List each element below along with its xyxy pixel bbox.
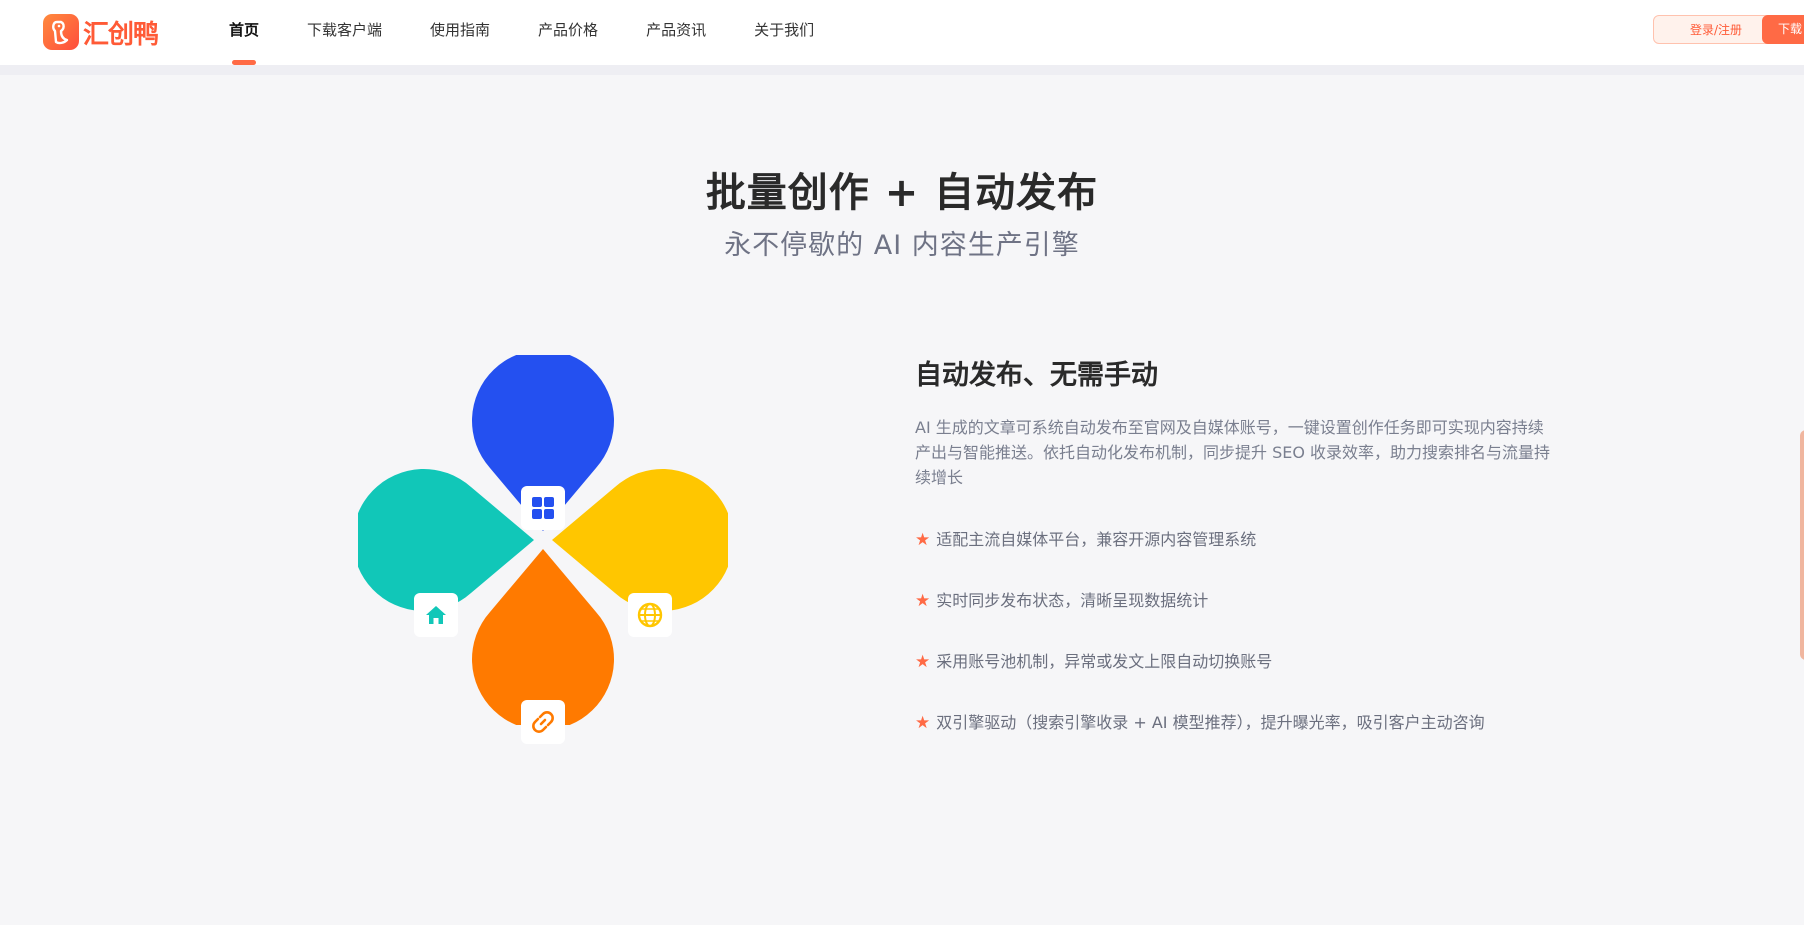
feature-description: AI 生成的文章可系统自动发布至官网及自媒体账号，一键设置创作任务即可实现内容持…	[915, 418, 1551, 487]
petal-right	[552, 469, 734, 611]
nav-item-news[interactable]: 产品资讯	[622, 0, 730, 65]
login-register-button[interactable]: 登录/注册	[1653, 15, 1779, 44]
list-item: ★ 采用账号池机制，异常或发文上限自动切换账号	[915, 652, 1485, 713]
feature-bullet-list: ★ 适配主流自媒体平台，兼容开源内容管理系统 ★ 实时同步发布状态，清晰呈现数据…	[915, 530, 1485, 774]
section-title: 批量创作 + 自动发布	[705, 170, 1099, 216]
nav-item-label: 关于我们	[754, 21, 815, 39]
download-button[interactable]: 下载	[1762, 15, 1804, 44]
top-header: 汇创鸭 首页 下载客户端 使用指南 产品价格 产品资讯 关于我们 登录/注册 下…	[0, 0, 1804, 65]
bullet-text: 实时同步发布状态，清晰呈现数据统计	[936, 591, 1209, 610]
star-icon: ★	[915, 591, 931, 611]
nav-item-label: 首页	[229, 21, 260, 39]
bullet-text: 采用账号池机制，异常或发文上限自动切换账号	[936, 652, 1273, 671]
link-icon	[521, 700, 565, 744]
four-petal-illustration	[352, 349, 734, 744]
bullet-text: 双引擎驱动（搜索引擎收录 + AI 模型推荐），提升曝光率，吸引客户主动咨询	[936, 713, 1485, 732]
list-item: ★ 实时同步发布状态，清晰呈现数据统计	[915, 591, 1485, 652]
nav-item-label: 下载客户端	[307, 21, 383, 39]
nav-item-pricing[interactable]: 产品价格	[514, 0, 622, 65]
nav-item-label: 产品资讯	[646, 21, 707, 39]
feature-section: 批量创作 + 自动发布 永不停歇的 AI 内容生产引擎 自动发布、无需手动 AI…	[0, 75, 1804, 925]
feature-title: 自动发布、无需手动	[915, 360, 1158, 391]
globe-icon	[628, 593, 672, 637]
grid-icon	[521, 486, 565, 530]
brand-logo[interactable]: 汇创鸭	[43, 12, 159, 52]
bullet-text: 适配主流自媒体平台，兼容开源内容管理系统	[936, 530, 1257, 549]
nav-item-home[interactable]: 首页	[205, 0, 283, 65]
side-floating-panel-edge[interactable]	[1800, 430, 1804, 660]
star-icon: ★	[915, 530, 931, 550]
home-icon	[414, 593, 458, 637]
duck-logo-icon	[43, 14, 79, 50]
nav-item-guide[interactable]: 使用指南	[406, 0, 514, 65]
petal-left	[352, 469, 534, 611]
star-icon: ★	[915, 713, 931, 733]
list-item: ★ 适配主流自媒体平台，兼容开源内容管理系统	[915, 530, 1485, 591]
nav-item-label: 使用指南	[430, 21, 491, 39]
header-divider	[0, 65, 1804, 75]
list-item: ★ 双引擎驱动（搜索引擎收录 + AI 模型推荐），提升曝光率，吸引客户主动咨询	[915, 713, 1485, 774]
nav-item-label: 产品价格	[538, 21, 599, 39]
star-icon: ★	[915, 652, 931, 672]
nav-item-download-client[interactable]: 下载客户端	[283, 0, 406, 65]
petal-bottom	[472, 549, 614, 731]
section-subtitle: 永不停歇的 AI 内容生产引擎	[724, 230, 1080, 261]
main-nav: 首页 下载客户端 使用指南 产品价格 产品资讯 关于我们	[205, 0, 838, 65]
brand-name: 汇创鸭	[83, 19, 159, 50]
nav-item-about[interactable]: 关于我们	[730, 0, 838, 65]
